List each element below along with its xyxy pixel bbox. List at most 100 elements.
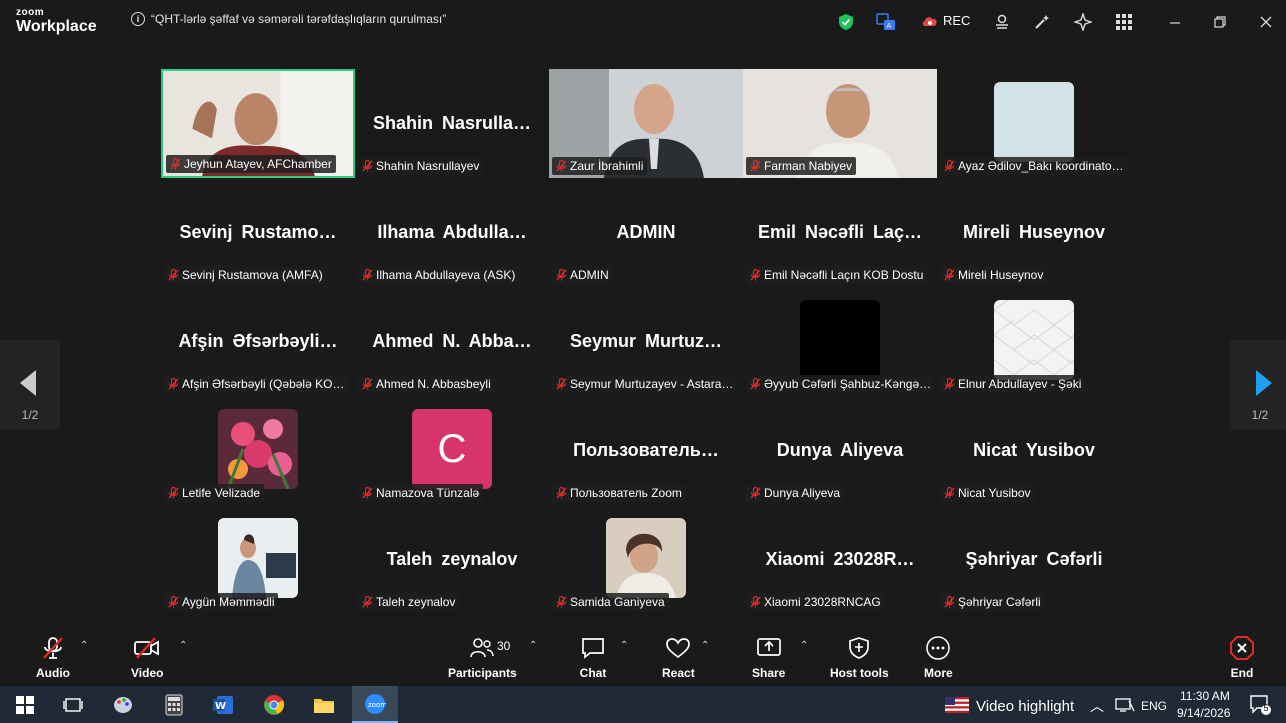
share-label: Share	[752, 666, 786, 680]
participant-tile[interactable]: Taleh zeynalov Taleh zeynalov	[355, 505, 549, 614]
participant-tile[interactable]: C Namazova Tünzalə	[355, 396, 549, 505]
participant-tile[interactable]: Samida Ganiyeva	[549, 505, 743, 614]
video-options-caret[interactable]: ⌃	[179, 640, 187, 651]
share-options-caret[interactable]: ⌃	[800, 640, 808, 651]
shield-check-icon[interactable]	[836, 12, 856, 32]
participant-name: Namazova Tünzalə	[376, 486, 480, 500]
mic-muted-icon	[168, 596, 179, 608]
share-button[interactable]: Share	[752, 634, 785, 680]
notification-icon[interactable]: 5	[1248, 692, 1274, 718]
participant-tile[interactable]: Farman Nabiyev	[743, 69, 937, 178]
participant-tile[interactable]: Jeyhun Atayev, AFChamber	[161, 69, 355, 178]
participant-name: Ayaz Ədilov_Bakı koordinato…	[958, 159, 1124, 173]
windows-taskbar: W zoom Video highlight ︿ ENG 11:30 AM 9/…	[0, 686, 1286, 723]
shield-icon	[845, 634, 873, 662]
participant-tile[interactable]: Seymur Murtuz… Seymur Murtuzayev - Astara…	[549, 287, 743, 396]
audio-label: Audio	[36, 666, 70, 680]
participants-options-caret[interactable]: ⌃	[529, 640, 537, 651]
paint-app-icon[interactable]	[110, 692, 136, 718]
chat-label: Chat	[579, 666, 607, 680]
video-button[interactable]: Video	[131, 634, 163, 680]
mic-muted-icon	[750, 487, 761, 499]
participant-tile[interactable]: Afşin Əfsərbəyli… Afşin Əfsərbəyli (Qəbəl…	[161, 287, 355, 396]
chat-options-caret[interactable]: ⌃	[620, 640, 628, 651]
participant-tile[interactable]: Shahin Nasrulla… Shahin Nasrullayev	[355, 69, 549, 178]
more-label: More	[924, 666, 953, 680]
windows-start-icon[interactable]	[12, 692, 38, 718]
heart-icon	[664, 634, 692, 662]
task-view-icon[interactable]	[60, 692, 86, 718]
participant-display-name: Sevinj Rustamo…	[179, 222, 337, 242]
react-button[interactable]: React	[662, 634, 695, 680]
video-highlight-label[interactable]: Video highlight	[976, 698, 1074, 715]
avatar-letter: C	[437, 426, 467, 471]
clock-date[interactable]: 9/14/2026	[1177, 706, 1230, 720]
meeting-title: “QHT-lərlə şəffaf və səmərəli tərəfdaşlı…	[151, 12, 447, 26]
wand-icon[interactable]	[1032, 12, 1052, 32]
participant-tile[interactable]: Letife Velizade	[161, 396, 355, 505]
participant-tile[interactable]: Xiaomi 23028R… Xiaomi 23028RNCAG	[743, 505, 937, 614]
participant-tile[interactable]: Ayaz Ədilov_Bakı koordinato…	[937, 69, 1131, 178]
end-button[interactable]: End	[1228, 634, 1256, 680]
ai-companion-icon[interactable]	[1073, 12, 1093, 32]
participant-name: Jeyhun Atayev, AFChamber	[184, 157, 332, 171]
host-tools-label: Host tools	[830, 666, 889, 680]
svg-text:zoom: zoom	[368, 701, 386, 709]
privacy-icon[interactable]	[992, 12, 1012, 32]
prev-page-button[interactable]: 1/2	[0, 340, 60, 430]
language-indicator[interactable]: ENG	[1141, 699, 1167, 713]
participant-tile[interactable]: Elnur Abdullayev - Şəki	[937, 287, 1131, 396]
participant-name: Пользователь Zoom	[570, 486, 682, 500]
meeting-toolbar: Audio ⌃ Video ⌃ Participants 30 ⌃ Chat ⌃…	[0, 626, 1286, 686]
zoom-taskbar-icon[interactable]: zoom	[352, 686, 398, 723]
chat-icon	[579, 634, 607, 662]
clock-time[interactable]: 11:30 AM	[1180, 689, 1230, 703]
recording-indicator[interactable]: REC	[921, 13, 970, 28]
audio-options-caret[interactable]: ⌃	[80, 640, 88, 651]
restore-icon[interactable]	[1210, 12, 1230, 32]
participant-display-name: Ahmed N. Abba…	[372, 331, 532, 351]
host-tools-button[interactable]: Host tools	[830, 634, 889, 680]
word-app-icon[interactable]: W	[210, 692, 236, 718]
participant-tile[interactable]: Ahmed N. Abba… Ahmed N. Abbasbeyli	[355, 287, 549, 396]
calculator-app-icon[interactable]	[161, 692, 187, 718]
react-options-caret[interactable]: ⌃	[701, 640, 709, 651]
participant-tile[interactable]: Aygün Məmmədli	[161, 505, 355, 614]
chrome-app-icon[interactable]	[261, 692, 287, 718]
more-button[interactable]: More	[924, 634, 953, 680]
next-page-button[interactable]: 1/2	[1230, 340, 1286, 430]
tray-chevron-up-icon[interactable]: ︿	[1090, 696, 1104, 716]
apps-grid-icon[interactable]	[1114, 12, 1134, 32]
participant-tile[interactable]: Sevinj Rustamo… Sevinj Rustamova (AMFA)	[161, 178, 355, 287]
zoom-logo: zoom Workplace	[16, 8, 97, 35]
participant-tile[interactable]: ADMIN ADMIN	[549, 178, 743, 287]
file-explorer-icon[interactable]	[311, 692, 337, 718]
participant-name-label: Emil Nəcəfli Laçın KOB Dostu	[746, 266, 928, 284]
participant-tile[interactable]: Nicat Yusibov Nicat Yusibov	[937, 396, 1131, 505]
minimize-icon[interactable]	[1165, 12, 1185, 32]
participant-tile[interactable]: Zaur İbrahimli	[549, 69, 743, 178]
chat-button[interactable]: Chat	[579, 634, 607, 680]
participant-name-label: Mireli Huseynov	[940, 266, 1048, 284]
participant-name-label: Dunya Aliyeva	[746, 484, 845, 502]
info-icon[interactable]: i	[131, 12, 145, 26]
translate-icon[interactable]: A	[876, 12, 896, 32]
participants-label: Participants	[448, 666, 517, 680]
participant-tile[interactable]: Əyyub Cəfərli Şahbuz-Kəngə…	[743, 287, 937, 396]
participant-tile[interactable]: Ilhama Abdulla… Ilhama Abdullayeva (ASK)	[355, 178, 549, 287]
svg-text:W: W	[215, 701, 226, 712]
participant-tile[interactable]: Пользователь… Пользователь Zoom	[549, 396, 743, 505]
meeting-info[interactable]: i “QHT-lərlə şəffaf və səmərəli tərəfdaş…	[131, 12, 446, 26]
participant-name: Letife Velizade	[182, 486, 261, 500]
notification-count: 5	[1263, 703, 1269, 713]
close-icon[interactable]	[1256, 12, 1276, 32]
participant-tile[interactable]: Şəhriyar Cəfərli Şəhriyar Cəfərli	[937, 505, 1131, 614]
participant-tile[interactable]: Mireli Huseynov Mireli Huseynov	[937, 178, 1131, 287]
participant-name: Sevinj Rustamova (AMFA)	[182, 268, 323, 282]
participant-display-name: Ilhama Abdulla…	[377, 222, 527, 242]
participant-tile[interactable]: Dunya Aliyeva Dunya Aliyeva	[743, 396, 937, 505]
audio-button[interactable]: Audio	[36, 634, 70, 680]
participant-tile[interactable]: Emil Nəcəfli Laç… Emil Nəcəfli Laçın KOB …	[743, 178, 937, 287]
network-icon[interactable]	[1112, 692, 1138, 718]
app-flag-icon[interactable]	[944, 692, 970, 718]
